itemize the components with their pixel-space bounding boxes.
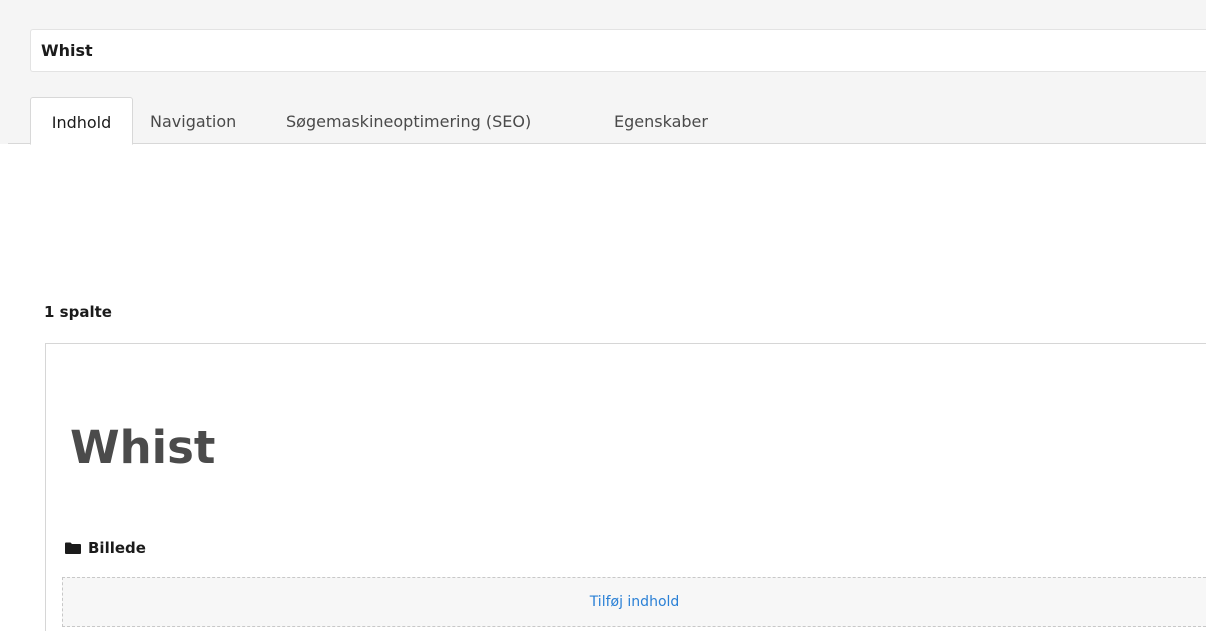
content-heading[interactable]: Whist: [70, 418, 215, 478]
content-area-header: Billede: [64, 536, 146, 560]
grid-layout-label: 1 spalte: [44, 303, 112, 321]
tab-egenskaber[interactable]: Egenskaber: [614, 97, 708, 144]
add-content-button[interactable]: Tilføj indhold: [62, 577, 1206, 627]
page: Whist Indhold Navigation Søgemaskineopti…: [0, 0, 1206, 631]
content-area-label: Billede: [88, 539, 146, 557]
tab-bar: Indhold Navigation Søgemaskineoptimering…: [0, 97, 1206, 145]
tab-seo[interactable]: Søgemaskineoptimering (SEO): [286, 97, 531, 144]
folder-icon: [64, 541, 82, 555]
tab-navigation[interactable]: Navigation: [150, 97, 236, 144]
tab-indhold[interactable]: Indhold: [30, 97, 133, 145]
page-title-input[interactable]: Whist: [30, 29, 1206, 72]
